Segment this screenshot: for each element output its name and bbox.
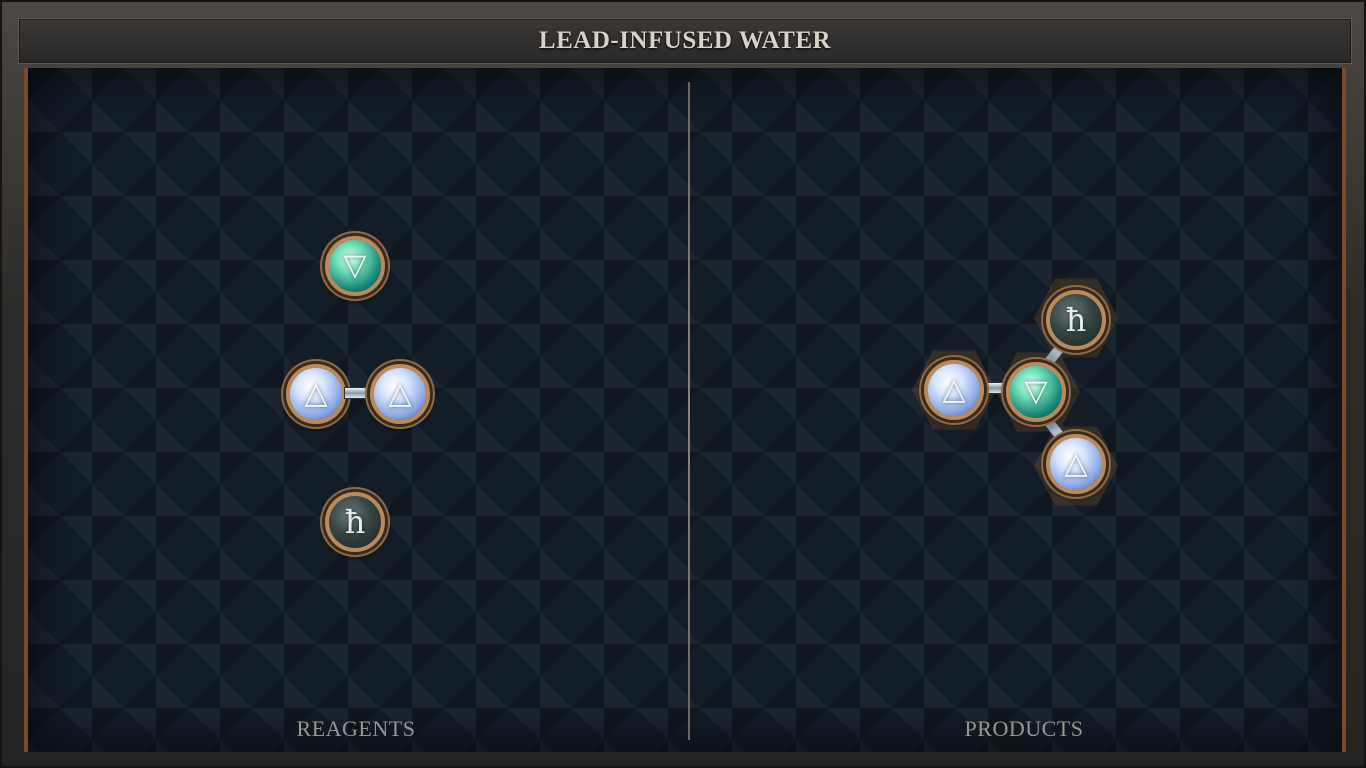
- panel-divider: [688, 82, 690, 740]
- lead-symbol-icon: ħ: [344, 503, 366, 541]
- product-lead-atom: ħ: [1046, 290, 1106, 350]
- products-label: PRODUCTS: [964, 716, 1084, 741]
- water-symbol-icon: ▽: [1024, 374, 1048, 409]
- air-symbol-icon: △: [388, 376, 412, 411]
- lead-symbol-icon: ħ: [1065, 301, 1087, 339]
- puzzle-title: LEAD-INFUSED WATER: [538, 27, 832, 54]
- reaction-board: ▽ △ △ ħ REAGENTS △ ▽ ħ △ PRODUCTS: [24, 68, 1346, 752]
- reagent-lead-atom[interactable]: ħ: [325, 492, 385, 552]
- reagent-water-atom[interactable]: ▽: [325, 236, 385, 296]
- air-symbol-icon: △: [942, 372, 966, 407]
- reagents-label: REAGENTS: [296, 716, 416, 741]
- air-symbol-icon: △: [1064, 446, 1088, 481]
- puzzle-frame: LEAD-INFUSED WATER ▽ △ △ ħ REAGENTS △ ▽ …: [0, 0, 1366, 768]
- air-atom: △: [286, 364, 346, 424]
- air-symbol-icon: △: [304, 376, 328, 411]
- title-bar: LEAD-INFUSED WATER: [18, 18, 1352, 64]
- water-symbol-icon: ▽: [343, 248, 367, 283]
- product-air-atom: △: [924, 360, 984, 420]
- air-atom: △: [370, 364, 430, 424]
- product-water-atom: ▽: [1006, 362, 1066, 422]
- product-air-atom: △: [1046, 434, 1106, 494]
